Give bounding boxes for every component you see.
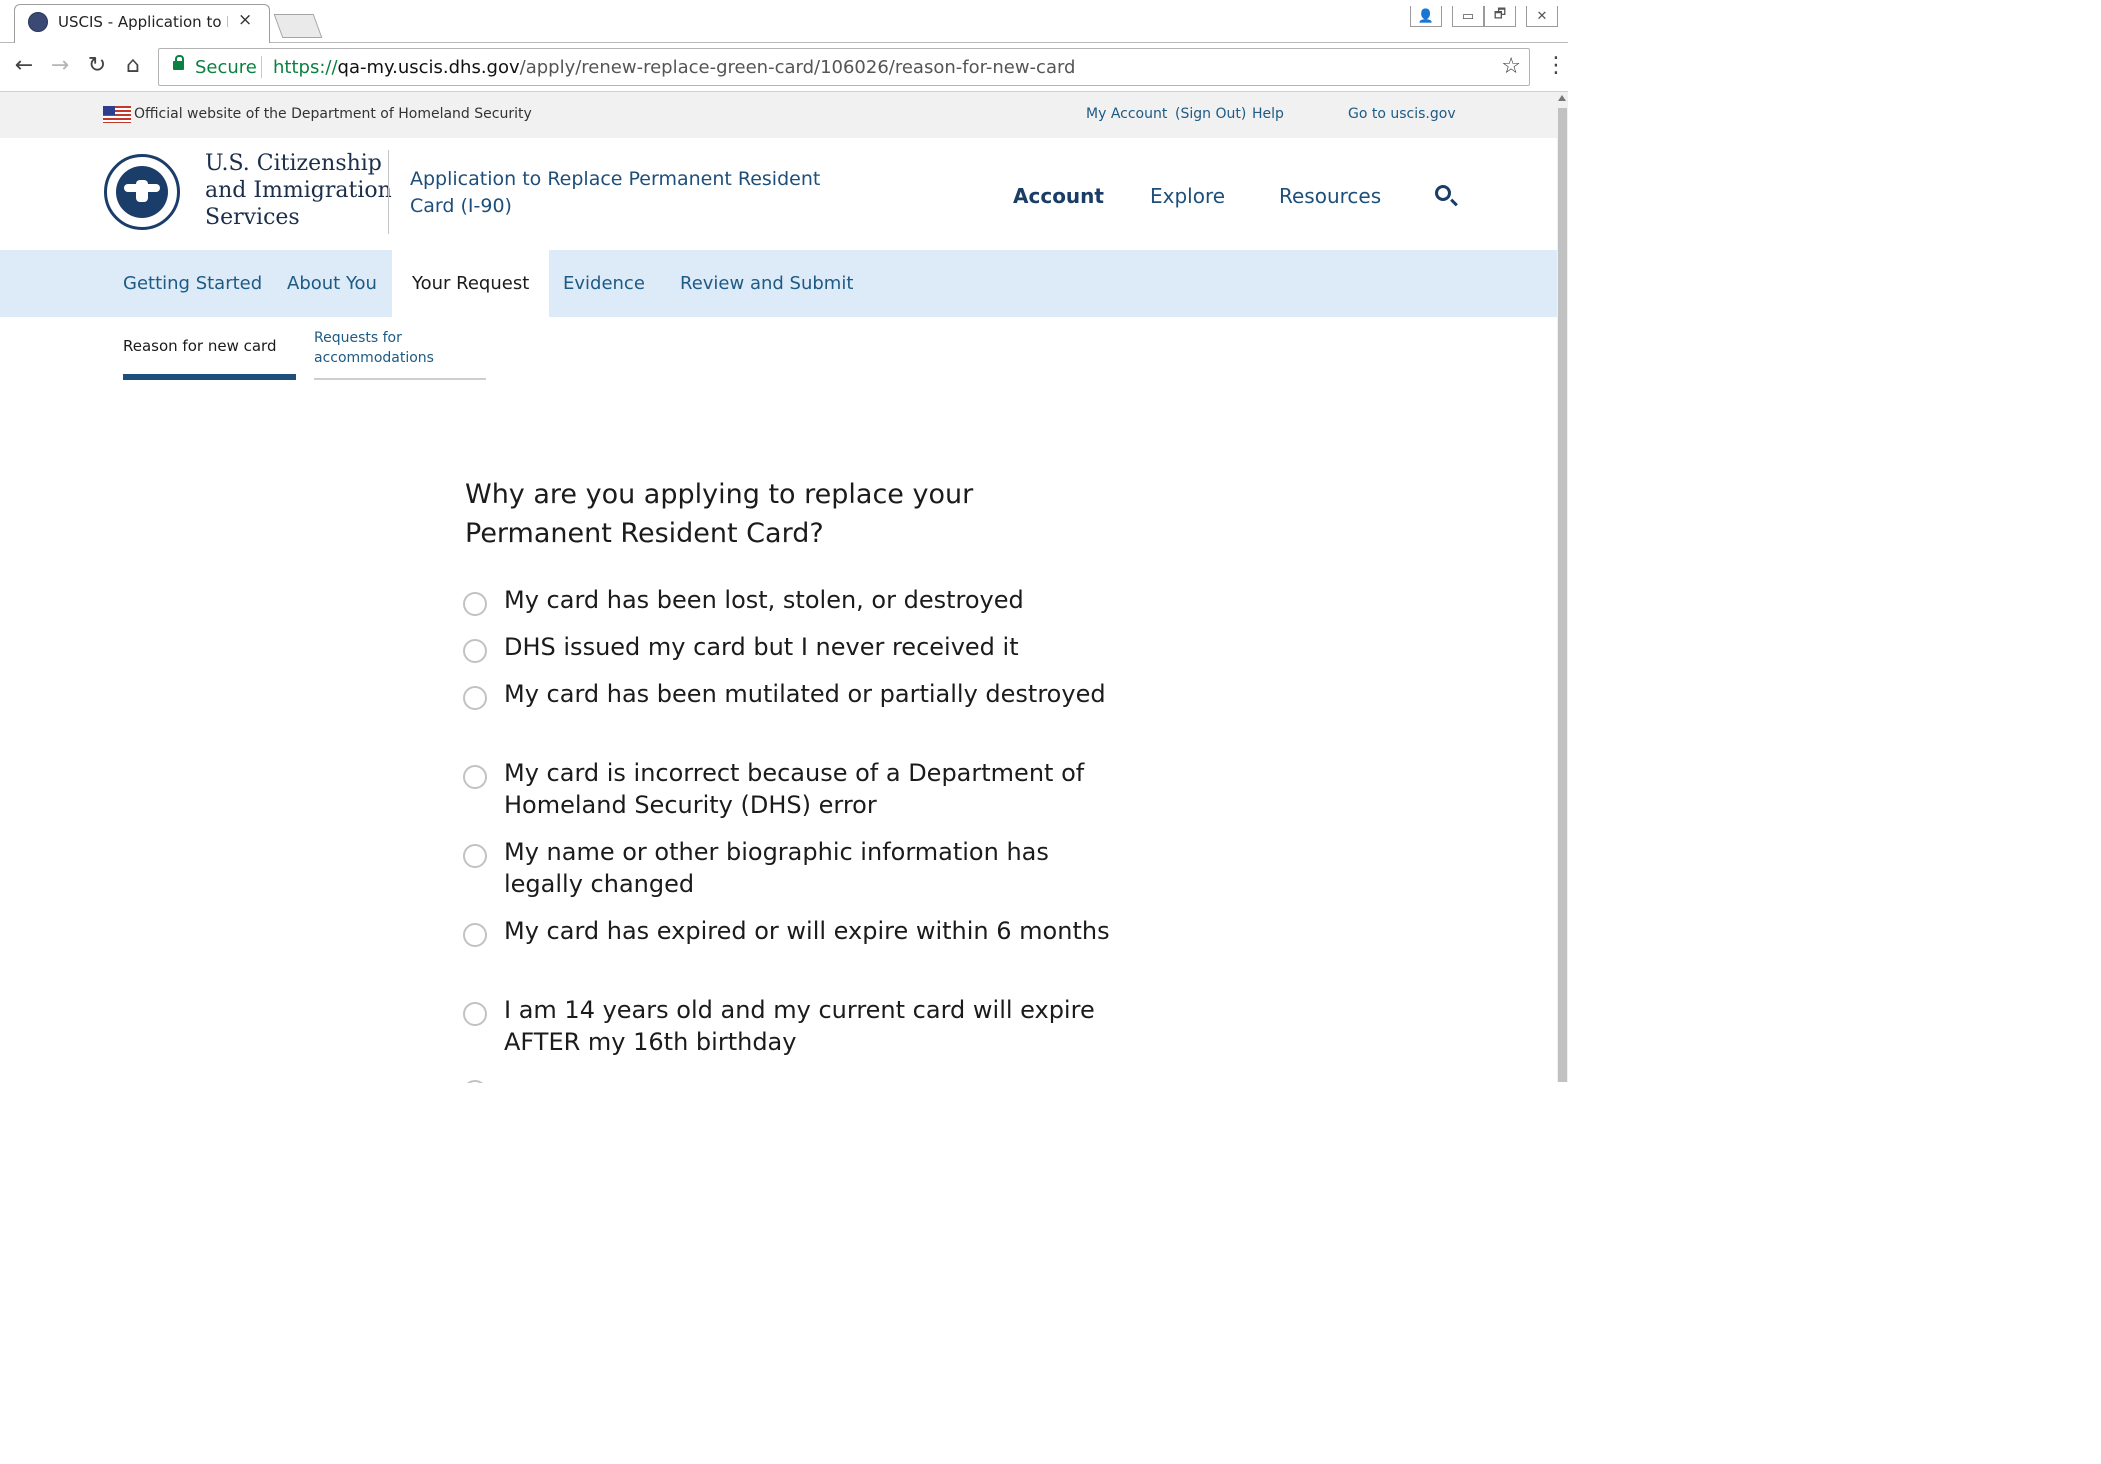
radio-button[interactable] <box>463 923 487 947</box>
close-window-icon[interactable]: ✕ <box>1526 6 1558 27</box>
browser-tabstrip: USCIS - Application to Re × 👤 ▭ 🗗 ✕ <box>0 0 1568 43</box>
application-title: Application to Replace Permanent Residen… <box>410 168 821 217</box>
minimize-icon[interactable]: ▭ <box>1452 6 1484 27</box>
bookmark-star-icon[interactable]: ☆ <box>1501 54 1521 79</box>
tab-title: USCIS - Application to Re <box>58 13 228 31</box>
seal-center <box>116 166 168 218</box>
step-review-and-submit[interactable]: Review and Submit <box>680 250 853 317</box>
radio-label[interactable]: My name or other biographic information … <box>504 836 1124 900</box>
search-icon[interactable] <box>1435 185 1451 201</box>
header-divider <box>388 150 389 234</box>
radio-button[interactable] <box>463 844 487 868</box>
substep-inactive-indicator <box>314 378 486 380</box>
go-to-uscis-link[interactable]: Go to uscis.gov <box>1348 106 1456 122</box>
my-account-link[interactable]: My Account <box>1086 106 1167 122</box>
browser-menu-icon[interactable]: ⋮ <box>1545 53 1567 78</box>
secure-label: Secure <box>195 57 257 78</box>
url-host: qa-my.uscis.dhs.gov <box>337 57 520 78</box>
substep-active-indicator <box>123 374 296 380</box>
browser-toolbar: ← → ↻ ⌂ Secure https://qa-my.uscis.dhs.g… <box>0 43 1568 92</box>
radio-button[interactable] <box>463 765 487 789</box>
radio-label[interactable]: I am 14 years old and my current card wi… <box>504 994 1124 1058</box>
nav-explore[interactable]: Explore <box>1150 184 1225 208</box>
url-text[interactable]: https://qa-my.uscis.dhs.gov/apply/renew-… <box>273 57 1075 78</box>
omnibox-separator <box>261 56 262 78</box>
new-tab-button[interactable] <box>273 14 323 38</box>
radio-button[interactable] <box>463 592 487 616</box>
substep-reason-for-new-card[interactable]: Reason for new card <box>123 336 276 356</box>
viewport-bottom-edge <box>0 1083 1568 1096</box>
radio-button[interactable] <box>463 639 487 663</box>
step-navigation: Getting Started About You Your Request E… <box>0 250 1557 317</box>
official-website-text: Official website of the Department of Ho… <box>134 106 532 122</box>
step-your-request[interactable]: Your Request <box>392 250 550 317</box>
scroll-up-arrow-icon[interactable] <box>1558 95 1566 101</box>
uscis-favicon-icon <box>28 12 48 32</box>
url-scheme: https:// <box>273 57 338 78</box>
lock-icon <box>173 55 184 70</box>
step-getting-started[interactable]: Getting Started <box>123 250 262 317</box>
step-evidence[interactable]: Evidence <box>563 250 645 317</box>
agency-line-2: and Immigration <box>205 178 392 203</box>
back-icon[interactable]: ← <box>10 53 38 78</box>
tab-close-icon[interactable]: × <box>238 10 252 30</box>
sign-out-link[interactable]: (Sign Out) <box>1175 106 1246 122</box>
agency-line-3: Services <box>205 205 300 230</box>
dhs-seal-logo[interactable] <box>104 154 180 230</box>
reload-icon[interactable]: ↻ <box>83 53 111 78</box>
step-about-you[interactable]: About You <box>287 250 377 317</box>
us-flag-icon <box>103 106 131 123</box>
radio-label[interactable]: My card is incorrect because of a Depart… <box>504 757 1124 821</box>
user-profile-icon[interactable]: 👤 <box>1410 6 1442 27</box>
help-link[interactable]: Help <box>1252 106 1284 122</box>
eagle-icon <box>124 180 160 202</box>
official-banner: Official website of the Department of Ho… <box>0 92 1557 138</box>
agency-line-1: U.S. Citizenship <box>205 151 382 176</box>
radio-button[interactable] <box>463 1002 487 1026</box>
radio-label[interactable]: My card has been lost, stolen, or destro… <box>504 584 1124 616</box>
radio-button[interactable] <box>463 686 487 710</box>
radio-label[interactable]: DHS issued my card but I never received … <box>504 631 1124 663</box>
site-header: U.S. Citizenship and Immigration Service… <box>0 138 1557 250</box>
restore-icon[interactable]: 🗗 <box>1484 6 1516 27</box>
forward-icon[interactable]: → <box>46 53 74 78</box>
nav-resources[interactable]: Resources <box>1279 184 1381 208</box>
radio-label[interactable]: My card has been mutilated or partially … <box>504 678 1124 710</box>
home-icon[interactable]: ⌂ <box>119 53 147 78</box>
scrollbar-thumb[interactable] <box>1558 108 1567 1082</box>
question-heading: Why are you applying to replace your Per… <box>465 479 974 549</box>
substep-requests-for-accommodations[interactable]: Requests for accommodations <box>314 328 484 368</box>
screenshot: USCIS - Application to Re × 👤 ▭ 🗗 ✕ ← → … <box>0 0 1568 1096</box>
nav-account[interactable]: Account <box>1013 184 1104 208</box>
radio-label[interactable]: My card has expired or will expire withi… <box>504 915 1124 947</box>
address-bar[interactable]: Secure https://qa-my.uscis.dhs.gov/apply… <box>158 48 1530 86</box>
agency-name[interactable]: U.S. Citizenship and Immigration Service… <box>205 150 392 231</box>
url-path: /apply/renew-replace-green-card/106026/r… <box>519 57 1076 78</box>
